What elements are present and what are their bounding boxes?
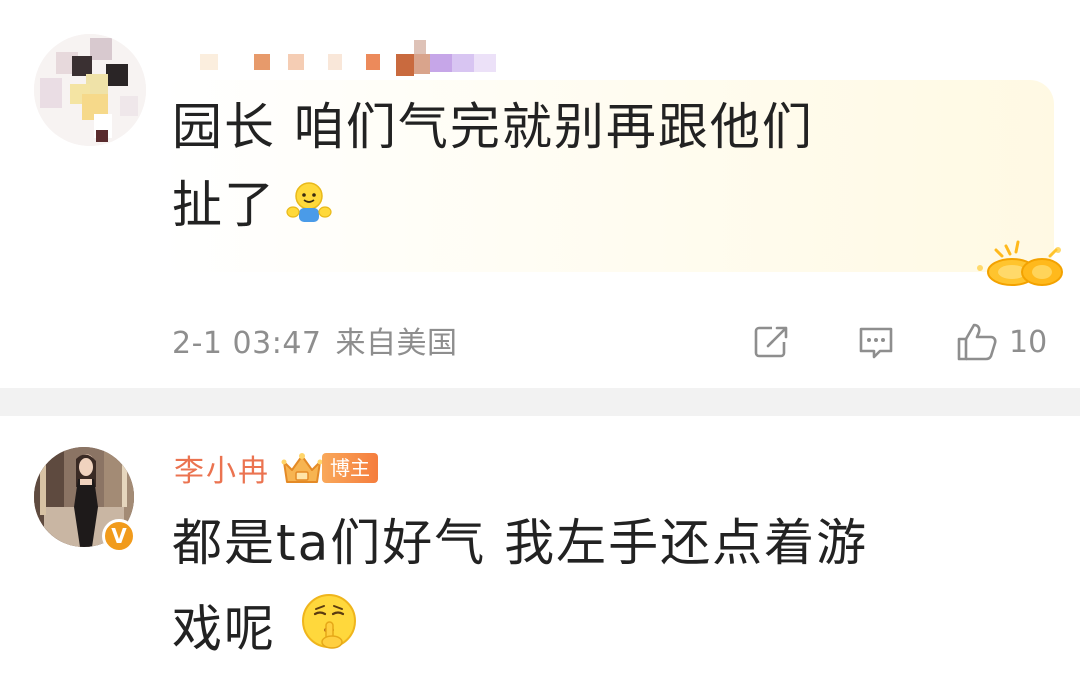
like-count: 10 — [1009, 324, 1048, 360]
comment-text: 都是ta们好气 我左手还点着游 戏呢 — [172, 500, 1052, 676]
comment-item: 园长 咱们气完就别再跟他们 扯了 2-1 03:47 来自美国 10 — [0, 0, 1080, 388]
comment-text-line-end: 扯了 — [172, 176, 276, 234]
like-button[interactable]: 10 — [955, 318, 1047, 366]
comment-text-line: 园长 咱们气完就别再跟他们 — [172, 98, 814, 156]
hug-emoji-icon — [286, 170, 332, 248]
username-redacted[interactable] — [196, 40, 516, 78]
comment-text-line: 扯了 — [172, 166, 992, 248]
thumbs-up-icon — [957, 323, 997, 361]
blogger-tag: 博主 — [322, 453, 378, 483]
repost-button[interactable] — [752, 318, 792, 366]
coin-decoration-icon — [970, 236, 1070, 292]
comment-text: 园长 咱们气完就别再跟他们 扯了 — [172, 88, 992, 248]
comment-meta: 2-1 03:47 来自美国 — [172, 318, 472, 362]
comment-time: 2-1 03:47 — [172, 326, 322, 361]
comment-location: 来自美国 — [335, 326, 458, 361]
comment-text-line-end: 戏呢 — [172, 600, 276, 658]
reply-button[interactable] — [856, 318, 896, 366]
verified-badge: V — [102, 519, 136, 553]
comment-text-line: 都是ta们好气 我左手还点着游 — [172, 514, 869, 572]
repost-icon — [754, 324, 790, 358]
shush-emoji-icon — [300, 590, 358, 676]
comment-divider — [0, 388, 1080, 416]
comment-icon — [859, 327, 893, 359]
avatar[interactable] — [34, 34, 146, 146]
username[interactable]: 李小冉 — [174, 446, 270, 490]
comment-text-line: 戏呢 — [172, 586, 1052, 676]
comment-header: 李小冉 博主 — [174, 446, 378, 490]
blogger-badge: 博主 — [280, 450, 378, 486]
comment-list: 园长 咱们气完就别再跟他们 扯了 2-1 03:47 来自美国 10 V 李小冉… — [0, 0, 1080, 691]
crown-icon — [281, 453, 323, 483]
